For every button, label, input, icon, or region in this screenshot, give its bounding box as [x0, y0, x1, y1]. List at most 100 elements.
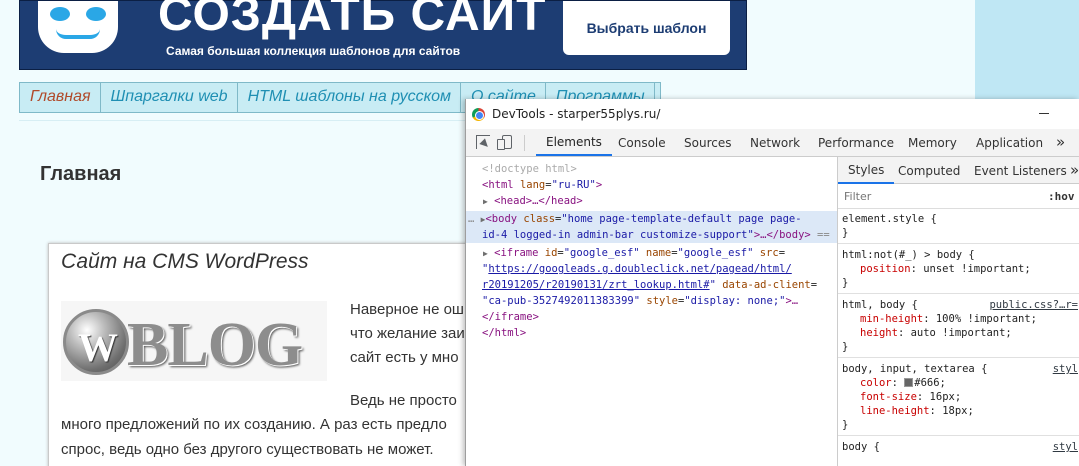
iframe-attrs-line3[interactable]: "ca-pub-3527492011383399" style="display… [482, 293, 798, 309]
iframe-name-attr: name [645, 247, 672, 259]
styles-pane: Styles Computed Event Listeners » :hov e… [838, 157, 1079, 466]
html-tag: <html [482, 179, 514, 191]
body-attr-value-line1: "home page-template-default page page- [561, 213, 802, 225]
iframe-src-line1[interactable]: "https://googleads.g.doubleclick.net/pag… [482, 261, 792, 277]
css-declaration[interactable]: position: unset !important; [860, 262, 1031, 276]
devtools-window: DevTools - starper55plys.ru/ Elements Co… [465, 99, 1079, 466]
tab-styles[interactable]: Styles [838, 157, 895, 184]
node-actions-ellipsis[interactable]: … [466, 213, 474, 225]
body-tag: <body [485, 213, 518, 225]
devtools-titlebar[interactable]: DevTools - starper55plys.ru/ [466, 99, 1079, 129]
css-declaration[interactable]: height: auto !important; [860, 326, 1012, 340]
expand-triangle-icon[interactable]: ▶ [483, 249, 488, 258]
nav-item-html-templates[interactable]: HTML шаблоны на русском [238, 83, 461, 112]
tab-computed[interactable]: Computed [898, 157, 960, 184]
doctype-text: <!doctype html> [482, 163, 577, 175]
css-declaration[interactable]: color: #666; [860, 376, 946, 390]
dom-node-body-selected[interactable]: … ▶<body class="home page-template-defau… [466, 211, 837, 227]
toolbar-separator [524, 135, 525, 151]
styles-tabbar: Styles Computed Event Listeners » [838, 157, 1079, 184]
post-title[interactable]: Сайт на CMS WordPress [61, 250, 309, 274]
rule-selector[interactable]: body, input, textarea { [842, 362, 987, 376]
more-style-tabs-icon[interactable]: » [1070, 161, 1079, 179]
blog-image-text: BLOG [127, 311, 303, 379]
rule-source-link[interactable]: styl [1053, 362, 1078, 376]
device-toolbar-icon[interactable] [497, 135, 512, 150]
rule-selector[interactable]: html:not(#_) > body { [842, 248, 975, 262]
tab-network[interactable]: Network [750, 129, 800, 156]
css-declaration[interactable]: font-size: 16px; [860, 390, 961, 404]
rule-close-brace: } [842, 419, 849, 431]
iframe-id-value: "google_esf" [563, 247, 640, 259]
styles-filter-input[interactable] [842, 188, 1038, 205]
post-text-line: Ведь не просто [350, 392, 457, 409]
css-property: position [860, 263, 911, 275]
post-text-line: сайт есть у мно [350, 349, 459, 366]
dom-node-body-selected-cont[interactable]: id-4 logged-in admin-bar customize-suppo… [466, 227, 837, 243]
inspect-element-icon[interactable] [476, 135, 490, 149]
hover-state-toggle[interactable]: :hov [1048, 190, 1075, 203]
tab-memory[interactable]: Memory [908, 129, 957, 156]
css-value: : auto !important; [897, 327, 1012, 339]
rule-source-link[interactable]: styl [1053, 440, 1078, 454]
html-attr: lang [519, 179, 546, 191]
rule-selector[interactable]: html, body { [842, 298, 918, 312]
choose-template-button[interactable]: Выбрать шаблон [563, 1, 730, 55]
iframe-src-attr: src [759, 247, 779, 259]
site-banner[interactable]: СОЗДАТЬ САЙТ Самая большая коллекция шаб… [19, 0, 747, 70]
rule-selector[interactable]: body { [842, 440, 880, 454]
iframe-src-line2[interactable]: r20191205/r20190131/zrt_lookup.html#" da… [482, 277, 817, 293]
devtools-title: DevTools - starper55plys.ru/ [492, 107, 661, 121]
expand-triangle-icon[interactable]: ▶ [483, 197, 488, 206]
color-swatch-icon[interactable] [904, 378, 914, 387]
rule-separator [838, 435, 1079, 436]
elements-dom-tree[interactable]: <!doctype html> <html lang="ru-RU"> ▶ <h… [466, 157, 837, 466]
more-tabs-icon[interactable]: » [1056, 133, 1065, 151]
iframe-src-link-cont[interactable]: r20191205/r20190131/zrt_lookup.html# [482, 279, 710, 291]
dom-node-html-close[interactable]: </html> [482, 325, 526, 341]
dom-node-doctype[interactable]: <!doctype html> [482, 161, 577, 177]
wordpress-logo-letter: W [78, 325, 118, 370]
iframe-data-attr: data-ad-client [722, 279, 811, 291]
devtools-tabbar: Elements Console Sources Network Perform… [466, 129, 1079, 157]
selected-node-marker: == [810, 229, 830, 241]
banner-subtitle: Самая большая коллекция шаблонов для сай… [166, 44, 461, 58]
css-value: : unset !important; [910, 263, 1031, 275]
post-text-line: много предложений по их созданию. А раз … [61, 416, 447, 433]
css-declaration[interactable]: line-height: 18px; [860, 404, 974, 418]
dom-node-head[interactable]: ▶ <head>…</head> [483, 193, 583, 209]
body-close-tag: >…</body> [753, 229, 811, 241]
tab-application[interactable]: Application [976, 129, 1043, 156]
chrome-icon [472, 108, 485, 121]
iframe-close-tag: /iframe [488, 311, 533, 323]
template-monster-logo-icon [20, 1, 130, 69]
iframe-style-value: "display: none;" [684, 295, 786, 307]
html-attr-value: "ru-RU" [551, 179, 596, 191]
tab-sources[interactable]: Sources [684, 129, 731, 156]
css-declaration[interactable]: min-height: 100% !important; [860, 312, 1037, 326]
rule-close-brace: } [842, 227, 849, 239]
iframe-style-attr: style [646, 295, 678, 307]
rule-selector[interactable]: element.style { [842, 212, 937, 226]
nav-item-cheatsheets[interactable]: Шпаргалки web [101, 83, 238, 112]
dom-node-iframe-close[interactable]: </iframe> [482, 309, 539, 325]
tab-event-listeners[interactable]: Event Listeners [974, 157, 1067, 184]
nav-item-home[interactable]: Главная [20, 83, 101, 112]
post-card: Сайт на CMS WordPress W BLOG Наверное не… [48, 243, 488, 466]
dom-node-iframe[interactable]: ▶ <iframe id="google_esf" name="google_e… [483, 245, 785, 261]
tab-console[interactable]: Console [618, 129, 666, 156]
rule-source-link[interactable]: public.css?…r= [989, 298, 1078, 312]
iframe-src-link[interactable]: https://googleads.g.doubleclick.net/page… [488, 263, 791, 275]
css-value: : 100% !important; [923, 313, 1038, 325]
css-value: : 16px; [916, 391, 962, 403]
tab-performance[interactable]: Performance [818, 129, 894, 156]
rule-separator [838, 243, 1079, 244]
css-value: #666; [914, 377, 946, 389]
wordpress-blog-image[interactable]: W BLOG [61, 301, 327, 381]
dom-node-html[interactable]: <html lang="ru-RU"> [482, 177, 602, 193]
minimize-icon[interactable] [1034, 103, 1054, 123]
css-property: min-height [860, 313, 924, 325]
tab-elements[interactable]: Elements [536, 129, 612, 156]
body-attr-value-line2: id-4 logged-in admin-bar customize-suppo… [482, 229, 754, 241]
rule-close-brace: } [842, 277, 849, 289]
